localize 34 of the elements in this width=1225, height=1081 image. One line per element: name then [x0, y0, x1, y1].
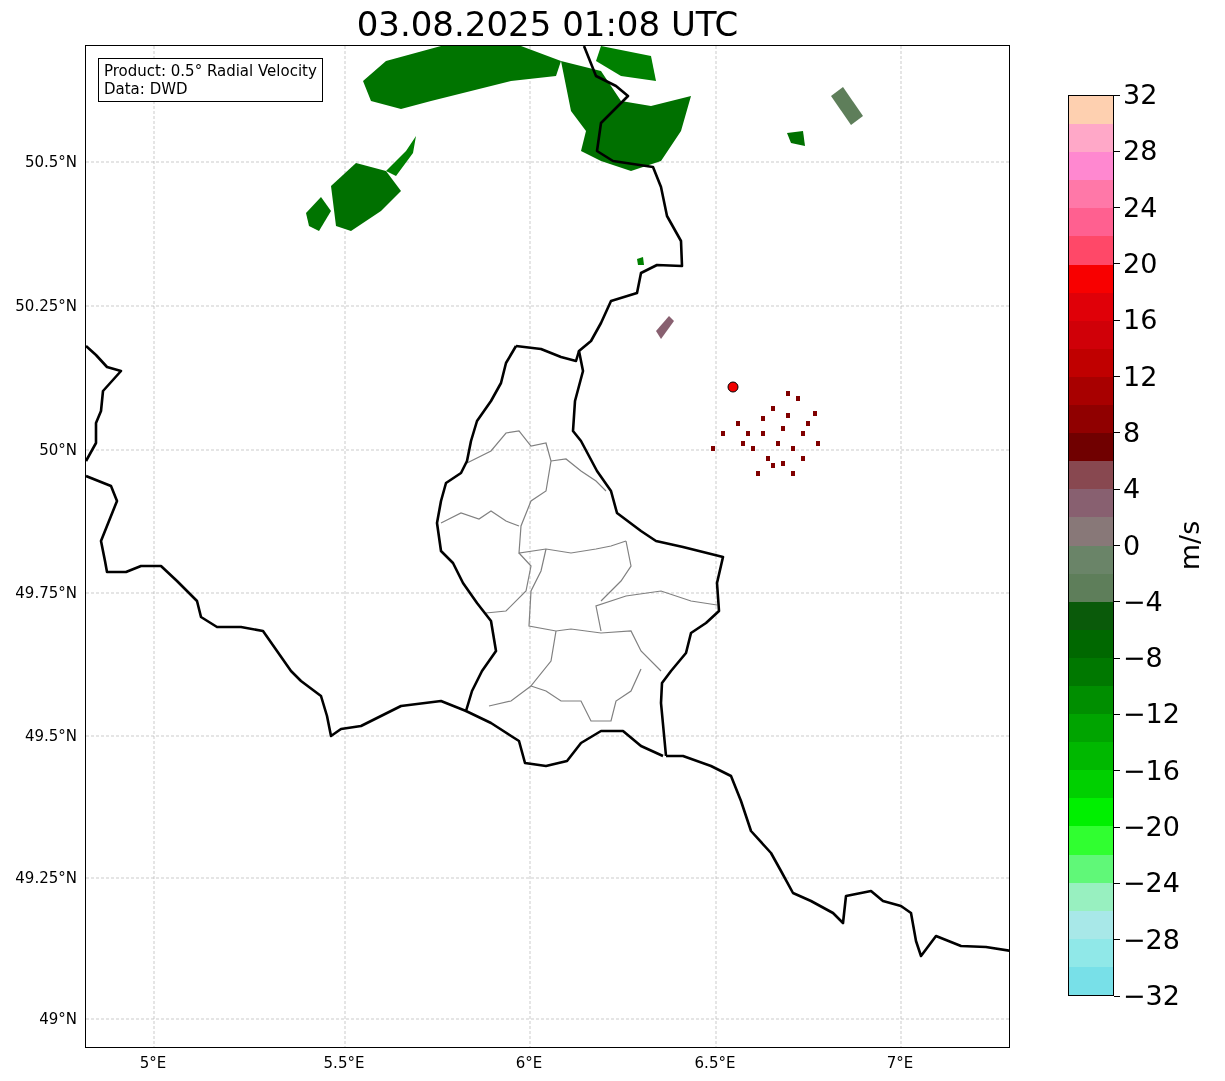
- plot-title: 03.08.2025 01:08 UTC: [355, 3, 740, 45]
- longitude-label: 5.5°E: [323, 1054, 365, 1072]
- colorbar-tick-label: 12: [1123, 360, 1158, 393]
- latitude-label: 49.25°N: [15, 869, 77, 887]
- colorbar-tick-label: 4: [1123, 473, 1141, 506]
- info-text: Data: DWD: [104, 80, 189, 98]
- info-text: Product: 0.5° Radial Velocity: [104, 62, 317, 80]
- longitude-label: 6°E: [515, 1054, 543, 1072]
- colorbar-tick-label: −16: [1123, 754, 1180, 787]
- longitude-label: 5°E: [139, 1054, 167, 1072]
- latitude-label: 50.5°N: [24, 153, 77, 171]
- longitude-label: 6.5°E: [694, 1054, 736, 1072]
- latitude-label: 50.25°N: [15, 297, 77, 315]
- colorbar-tick-label: −24: [1123, 867, 1180, 900]
- colorbar-tick-label: −12: [1123, 698, 1180, 731]
- colorbar-tick-label: 28: [1123, 135, 1158, 168]
- colorbar-tick-label: 16: [1123, 304, 1158, 337]
- colorbar-unit-label: m/s: [1174, 520, 1206, 571]
- latitude-label: 49.5°N: [24, 727, 77, 745]
- latitude-label: 49.75°N: [15, 584, 77, 602]
- colorbar-tick-label: −20: [1123, 811, 1180, 844]
- colorbar-tick-label: 0: [1123, 529, 1141, 562]
- colorbar-tick-label: 24: [1123, 191, 1158, 224]
- colorbar-tick-label: 8: [1123, 416, 1141, 449]
- radar-site-marker: [727, 381, 739, 393]
- colorbar-tick-label: −4: [1123, 585, 1163, 618]
- latitude-label: 49°N: [39, 1010, 77, 1028]
- colorbar-tick-label: 20: [1123, 247, 1158, 280]
- longitude-label: 7°E: [886, 1054, 914, 1072]
- colorbar-tick-label: −8: [1123, 642, 1163, 675]
- colorbar-tick-label: 32: [1123, 79, 1158, 111]
- latitude-label: 50°N: [39, 441, 77, 459]
- colorbar-tick-label: −28: [1123, 923, 1180, 956]
- colorbar-tick-label: −32: [1123, 980, 1180, 1012]
